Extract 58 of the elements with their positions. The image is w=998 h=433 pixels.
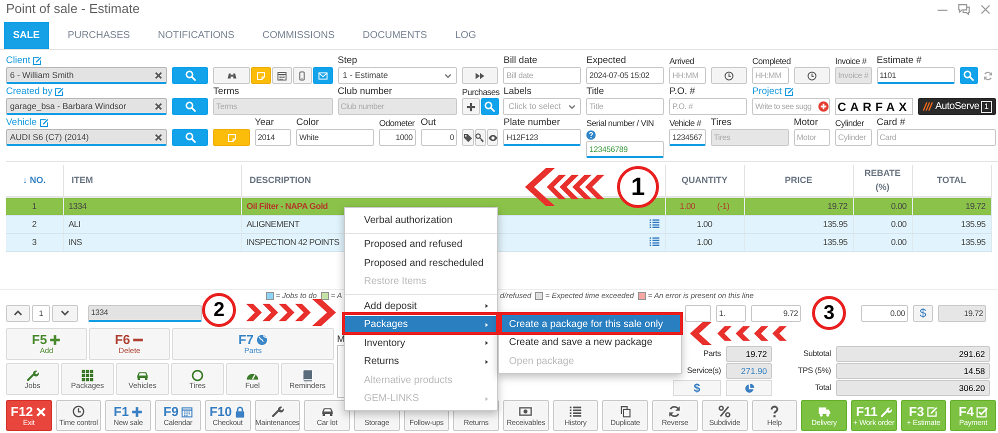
table-cell: 1	[32, 200, 36, 211]
table-cell: 1.00	[696, 218, 712, 229]
table-cell: 3	[32, 236, 36, 247]
field-label: Completed	[752, 55, 791, 67]
summary-label: Subtotal	[802, 348, 831, 360]
summary-label: Service(s)	[686, 365, 721, 377]
field-label: Expected	[586, 55, 626, 67]
table-cell: INS	[68, 236, 82, 247]
step-number: 3	[812, 296, 846, 330]
table-cell: Oil Filter - NAPA Gold	[246, 200, 328, 213]
quantity-note: (-1)	[717, 200, 730, 211]
field-label: Terms	[213, 86, 240, 98]
field-label: Arrived	[669, 55, 694, 67]
table-cell: 135.95	[961, 218, 986, 229]
field-label: Purchases	[462, 86, 500, 98]
table-cell: 135.95	[823, 236, 848, 247]
field-label: P.O. #	[669, 86, 696, 98]
step-number: 2	[202, 293, 236, 327]
field-label: Serial number / VIN	[586, 117, 654, 129]
field-label: Step	[338, 55, 358, 67]
carfax-logo: CARFAX	[835, 98, 914, 115]
field-label: Estimate #	[876, 55, 922, 67]
table-cell: 1334	[68, 200, 86, 211]
field-label: Card #	[876, 117, 906, 129]
field-label: Year	[254, 117, 274, 129]
field-label: Color	[296, 117, 319, 129]
step-number: 1	[617, 166, 659, 208]
table-cell: 1.00	[680, 200, 696, 211]
table-cell: 135.95	[823, 218, 848, 229]
table-cell: 2	[32, 218, 36, 229]
field-label: Title	[586, 86, 604, 98]
window-title: Point of sale - Estimate	[6, 0, 140, 18]
field-label: M	[337, 334, 345, 345]
table-cell: 0.00	[890, 200, 906, 211]
summary-label: Parts	[702, 348, 721, 360]
table-cell: 19.72	[965, 200, 986, 211]
field-label: Motor	[794, 117, 818, 129]
field-label: Vehicle #	[669, 117, 702, 129]
summary-label: Total	[814, 382, 831, 394]
table-cell: ALI	[68, 218, 80, 229]
table-cell: 19.72	[827, 200, 848, 211]
field-label: Cylinder	[835, 117, 864, 129]
field-label: Out	[420, 117, 436, 129]
field-label: Invoice #	[835, 55, 866, 67]
table-cell: INSPECTION 42 POINTS	[246, 236, 340, 248]
table-cell: 1.00	[696, 236, 712, 247]
field-label: Odometer	[379, 117, 415, 129]
table-cell: 0.00	[890, 218, 906, 229]
summary-label: TPS (5%)	[796, 365, 831, 377]
field-label: Bill date	[503, 55, 538, 67]
field-label: Labels	[503, 86, 532, 98]
table-cell: 0.00	[890, 236, 906, 247]
field-label: Plate number	[503, 117, 560, 129]
table-cell: 135.95	[961, 236, 986, 247]
table-cell: ALIGNEMENT	[246, 218, 300, 230]
autoserve-logo: AutoServe 1	[918, 98, 996, 115]
field-label: Club number	[338, 86, 392, 98]
field-label: Tires	[710, 117, 732, 129]
